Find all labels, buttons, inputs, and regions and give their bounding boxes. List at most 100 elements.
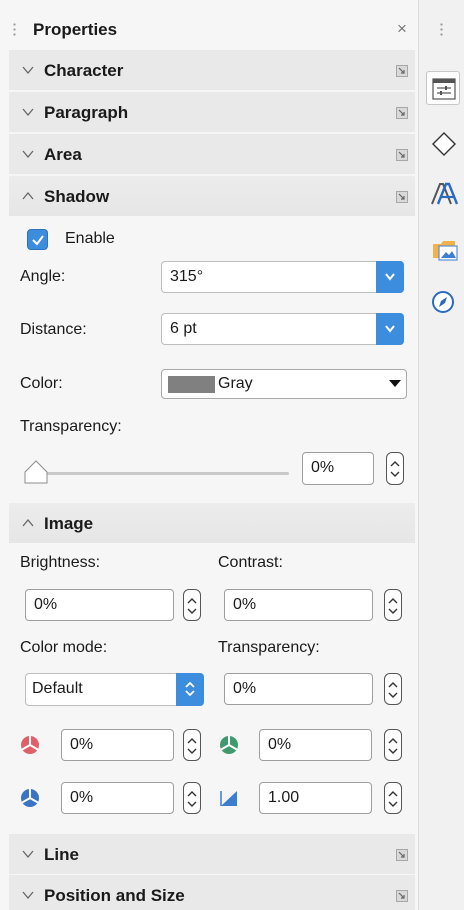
contrast-spinner[interactable]: [384, 589, 402, 621]
section-label-shadow: Shadow: [44, 187, 110, 206]
contrast-field[interactable]: 0%: [224, 589, 373, 621]
transparency-slider-track[interactable]: [26, 472, 289, 475]
red-spinner[interactable]: [183, 729, 201, 761]
distance-value: 6 pt: [170, 320, 197, 337]
more-options-icon[interactable]: [396, 107, 408, 119]
updown-chevron-icon: [185, 681, 195, 697]
rail-drag-handle[interactable]: [440, 22, 443, 38]
section-header-paragraph[interactable]: Paragraph: [9, 92, 415, 132]
more-options-icon[interactable]: [396, 149, 408, 161]
spinner-arrows-icon: [187, 598, 197, 614]
chevron-down-icon: [22, 66, 34, 75]
image-transparency-value: 0%: [233, 680, 257, 697]
angle-dropdown-button[interactable]: [376, 261, 404, 293]
spinner-arrows-icon: [388, 791, 398, 807]
more-options-icon[interactable]: [396, 65, 408, 77]
red-field[interactable]: 0%: [61, 729, 174, 761]
angle-label: Angle:: [20, 268, 66, 285]
distance-combobox[interactable]: 6 pt: [161, 313, 404, 345]
image-transparency-label: Transparency:: [218, 639, 320, 656]
section-header-line[interactable]: Line: [9, 834, 415, 874]
green-field[interactable]: 0%: [259, 729, 372, 761]
color-mode-dropdown-button[interactable]: [176, 673, 204, 706]
shadow-transparency-value: 0%: [311, 459, 335, 476]
brightness-value: 0%: [34, 596, 58, 613]
section-label-paragraph: Paragraph: [44, 103, 129, 122]
red-channel-icon: [21, 736, 39, 754]
spinner-arrows-icon: [390, 461, 400, 477]
section-header-character[interactable]: Character: [9, 50, 415, 90]
styles-icon[interactable]: [426, 177, 460, 211]
spinner-arrows-icon: [388, 598, 398, 614]
properties-panel: Properties × Character Paragraph Area Sh…: [0, 0, 418, 910]
spinner-arrows-icon: [388, 682, 398, 698]
section-header-area[interactable]: Area: [9, 134, 415, 174]
shadow-transparency-label: Transparency:: [20, 418, 122, 435]
green-value: 0%: [268, 736, 292, 753]
chevron-down-icon: [22, 108, 34, 117]
enable-label: Enable: [65, 230, 115, 247]
chevron-down-icon: [22, 850, 34, 859]
section-header-position-size[interactable]: Position and Size: [9, 875, 415, 910]
section-label-area: Area: [44, 145, 82, 164]
chevron-down-icon: [385, 325, 395, 333]
distance-label: Distance:: [20, 321, 87, 338]
section-label-line: Line: [44, 845, 79, 864]
image-transparency-field[interactable]: 0%: [224, 673, 373, 705]
angle-value: 315°: [170, 268, 204, 285]
color-value: Gray: [218, 375, 253, 392]
properties-icon[interactable]: [426, 71, 460, 105]
section-header-image[interactable]: Image: [9, 503, 415, 543]
distance-dropdown-button[interactable]: [376, 313, 404, 345]
blue-value: 0%: [70, 789, 94, 806]
enable-shadow-checkbox[interactable]: [27, 229, 48, 250]
spinner-arrows-icon: [187, 738, 197, 754]
angle-combobox[interactable]: 315°: [161, 261, 404, 293]
shadow-transparency-field[interactable]: 0%: [302, 452, 374, 485]
color-mode-select[interactable]: Default: [25, 673, 204, 706]
color-label: Color:: [20, 375, 63, 392]
transparency-slider-thumb[interactable]: [23, 459, 49, 485]
more-options-icon[interactable]: [396, 890, 408, 902]
blue-channel-icon: [21, 789, 39, 807]
contrast-value: 0%: [233, 596, 257, 613]
chevron-up-icon: [22, 518, 34, 527]
gamma-icon: [220, 791, 237, 806]
spinner-arrows-icon: [187, 791, 197, 807]
gamma-value: 1.00: [268, 789, 300, 806]
green-channel-icon: [220, 736, 238, 754]
panel-drag-handle[interactable]: [13, 22, 16, 38]
gamma-field[interactable]: 1.00: [259, 782, 372, 814]
shadow-color-dropdown[interactable]: Gray: [161, 369, 407, 399]
navigator-icon[interactable]: [426, 285, 460, 319]
gamma-spinner[interactable]: [384, 782, 402, 814]
more-options-icon[interactable]: [396, 191, 408, 203]
contrast-label: Contrast:: [218, 554, 283, 571]
checkmark-icon: [32, 235, 44, 246]
color-mode-value: Default: [32, 680, 83, 697]
chevron-down-icon: [22, 891, 34, 900]
blue-field[interactable]: 0%: [61, 782, 174, 814]
triangle-down-icon: [389, 380, 401, 387]
color-swatch: [168, 376, 215, 393]
brightness-spinner[interactable]: [183, 589, 201, 621]
close-icon[interactable]: ×: [397, 19, 407, 39]
image-transparency-spinner[interactable]: [384, 673, 402, 705]
spinner-arrows-icon: [388, 738, 398, 754]
section-label-character: Character: [44, 61, 124, 80]
color-mode-label: Color mode:: [20, 639, 108, 656]
shapes-icon[interactable]: [426, 126, 460, 160]
chevron-down-icon: [385, 273, 395, 281]
red-value: 0%: [70, 736, 94, 753]
more-options-icon[interactable]: [396, 849, 408, 861]
green-spinner[interactable]: [384, 729, 402, 761]
brightness-field[interactable]: 0%: [25, 589, 174, 621]
shadow-transparency-spinner[interactable]: [386, 452, 404, 485]
section-label-position-size: Position and Size: [44, 886, 185, 905]
gallery-icon[interactable]: [426, 231, 460, 265]
blue-spinner[interactable]: [183, 782, 201, 814]
chevron-up-icon: [22, 191, 34, 200]
section-header-shadow[interactable]: Shadow: [9, 176, 415, 216]
chevron-down-icon: [22, 150, 34, 159]
brightness-label: Brightness:: [20, 554, 101, 571]
